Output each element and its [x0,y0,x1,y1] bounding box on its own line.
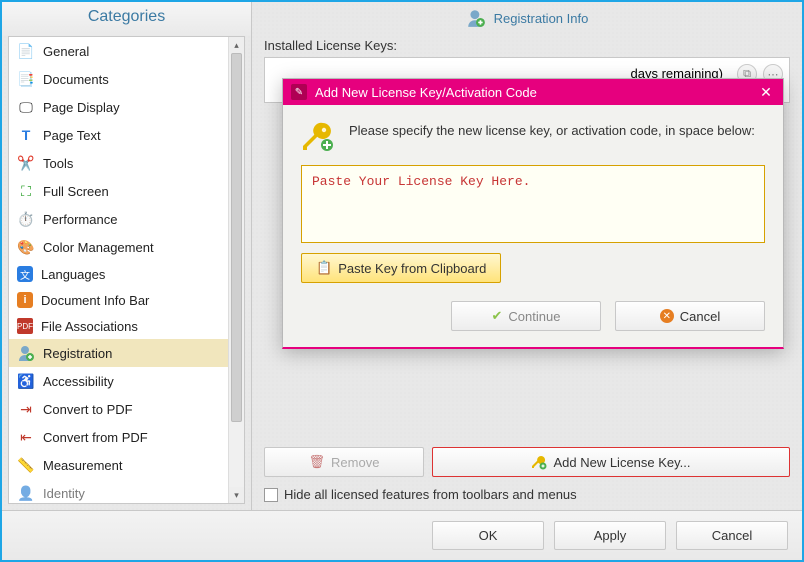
scroll-thumb[interactable] [231,53,242,422]
sidebar-item-label: Convert from PDF [43,430,148,445]
sidebar-item-accessibility[interactable]: ♿ Accessibility [9,367,244,395]
sidebar-item-label: Performance [43,212,117,227]
remove-label: Remove [331,455,379,470]
sidebar-item-convert-from-pdf[interactable]: ⇤ Convert from PDF [9,423,244,451]
apply-button[interactable]: Apply [554,521,666,550]
paste-from-clipboard-button[interactable]: 📋 Paste Key from Clipboard [301,253,501,283]
license-key-input[interactable]: Paste Your License Key Here. [301,165,765,243]
sidebar-item-label: General [43,44,89,59]
sidebar-item-label: Accessibility [43,374,114,389]
continue-button[interactable]: ✔ Continue [451,301,601,331]
sidebar-item-label: Languages [41,267,105,282]
modal-cancel-button[interactable]: ✕ Cancel [615,301,765,331]
ok-button[interactable]: OK [432,521,544,550]
sidebar-item-label: Color Management [43,240,154,255]
info-icon: i [17,292,33,308]
sidebar-item-page-display[interactable]: 🖵 Page Display [9,93,244,121]
sidebar-item-identity[interactable]: 👤 Identity [9,479,244,503]
installed-keys-label: Installed License Keys: [264,38,790,53]
sidebar-item-documents[interactable]: 📑 Documents [9,65,244,93]
sidebar-item-file-associations[interactable]: PDF File Associations [9,313,244,339]
file-assoc-icon: PDF [17,318,33,334]
accessibility-icon: ♿ [17,372,35,390]
registration-header-icon [466,8,486,28]
sidebar-item-tools[interactable]: ✂️ Tools [9,149,244,177]
remove-button[interactable]: 🗑 Remove [264,447,424,477]
sidebar-scrollbar[interactable]: ▴ ▾ [228,37,244,503]
performance-icon: ⏱️ [17,210,35,228]
add-license-modal: ✎ Add New License Key/Activation Code ✕ … [282,78,784,349]
gear-page-icon: 📄 [17,42,35,60]
modal-title-text: Add New License Key/Activation Code [315,85,537,100]
sidebar-item-label: Full Screen [43,184,109,199]
sidebar-item-label: Document Info Bar [41,293,149,308]
content-header: Registration Info [264,2,790,38]
sidebar-item-color-management[interactable]: 🎨 Color Management [9,233,244,261]
sidebar-item-label: Registration [43,346,112,361]
sidebar-item-convert-to-pdf[interactable]: ⇥ Convert to PDF [9,395,244,423]
sidebar-item-label: Identity [43,486,85,501]
key-icon [301,119,335,153]
check-icon: ✔ [492,308,503,324]
identity-icon: 👤 [17,484,35,502]
sidebar-item-label: Documents [43,72,109,87]
modal-close-button[interactable]: ✕ [757,83,775,101]
cancel-icon: ✕ [660,309,674,323]
sidebar: Categories 📄 General 📑 Documents 🖵 Page Dis… [2,2,252,510]
scroll-up-icon[interactable]: ▴ [229,37,244,53]
sidebar-item-general[interactable]: 📄 General [9,37,244,65]
measurement-icon: 📏 [17,456,35,474]
modal-message: Please specify the new license key, or a… [349,119,755,153]
fullscreen-icon: ⛶ [17,182,35,200]
cancel-label: Cancel [712,528,752,543]
sidebar-item-label: File Associations [41,319,138,334]
cancel-button[interactable]: Cancel [676,521,788,550]
trash-icon: 🗑 [309,454,326,470]
page-text-icon: T [17,126,35,144]
sidebar-item-label: Tools [43,156,73,171]
registration-icon [17,344,35,362]
sidebar-item-registration[interactable]: Registration [9,339,244,367]
scroll-down-icon[interactable]: ▾ [229,487,244,503]
modal-titlebar[interactable]: ✎ Add New License Key/Activation Code ✕ [283,79,783,105]
convert-to-pdf-icon: ⇥ [17,400,35,418]
sidebar-item-doc-info-bar[interactable]: i Document Info Bar [9,287,244,313]
add-license-label: Add New License Key... [553,455,690,470]
sidebar-item-performance[interactable]: ⏱️ Performance [9,205,244,233]
sidebar-item-label: Page Text [43,128,101,143]
documents-icon: 📑 [17,70,35,88]
tools-icon: ✂️ [17,154,35,172]
hide-features-checkbox[interactable] [264,488,278,502]
page-display-icon: 🖵 [17,98,35,116]
category-list: 📄 General 📑 Documents 🖵 Page Display T Page … [8,36,245,504]
add-license-key-button[interactable]: Add New License Key... [432,447,790,477]
apply-label: Apply [594,528,627,543]
sidebar-item-page-text[interactable]: T Page Text [9,121,244,149]
sidebar-item-label: Measurement [43,458,122,473]
sidebar-header: Categories [2,2,251,36]
sidebar-item-full-screen[interactable]: ⛶ Full Screen [9,177,244,205]
dialog-footer: OK Apply Cancel [2,510,802,560]
sidebar-item-label: Convert to PDF [43,402,133,417]
continue-label: Continue [508,309,560,324]
content-title: Registration Info [494,11,589,26]
sidebar-item-measurement[interactable]: 📏 Measurement [9,451,244,479]
modal-cancel-label: Cancel [680,309,720,324]
sidebar-item-languages[interactable]: 文 Languages [9,261,244,287]
key-add-icon [531,454,547,470]
scroll-track[interactable] [229,53,244,487]
convert-from-pdf-icon: ⇤ [17,428,35,446]
sidebar-item-label: Page Display [43,100,120,115]
paste-label: Paste Key from Clipboard [338,261,486,276]
color-icon: 🎨 [17,238,35,256]
ok-label: OK [479,528,498,543]
clipboard-icon: 📋 [316,260,332,276]
modal-title-icon: ✎ [291,84,307,100]
languages-icon: 文 [17,266,33,282]
hide-features-label: Hide all licensed features from toolbars… [284,487,577,502]
